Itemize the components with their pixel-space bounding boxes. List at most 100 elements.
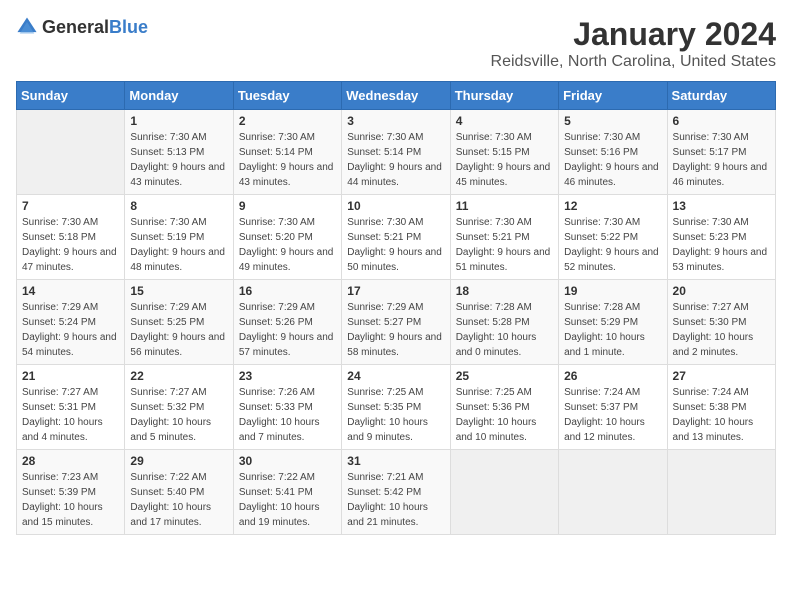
calendar-cell: 18 Sunrise: 7:28 AM Sunset: 5:28 PM Dayl… — [450, 280, 558, 365]
daylight-text: Daylight: 10 hours and 10 minutes. — [456, 417, 537, 443]
day-number: 21 — [22, 369, 119, 383]
day-number: 6 — [673, 114, 770, 128]
sunrise-text: Sunrise: 7:28 AM — [564, 302, 640, 313]
calendar-cell — [559, 450, 667, 535]
day-number: 23 — [239, 369, 336, 383]
daylight-text: Daylight: 10 hours and 5 minutes. — [130, 417, 211, 443]
sunset-text: Sunset: 5:16 PM — [564, 147, 638, 158]
calendar-cell: 24 Sunrise: 7:25 AM Sunset: 5:35 PM Dayl… — [342, 365, 450, 450]
calendar-cell: 25 Sunrise: 7:25 AM Sunset: 5:36 PM Dayl… — [450, 365, 558, 450]
day-info: Sunrise: 7:30 AM Sunset: 5:20 PM Dayligh… — [239, 215, 336, 275]
weekday-header-sunday: Sunday — [17, 82, 125, 110]
day-number: 16 — [239, 284, 336, 298]
day-number: 9 — [239, 199, 336, 213]
sunset-text: Sunset: 5:14 PM — [347, 147, 421, 158]
day-info: Sunrise: 7:30 AM Sunset: 5:14 PM Dayligh… — [347, 130, 444, 190]
sunrise-text: Sunrise: 7:22 AM — [130, 472, 206, 483]
day-info: Sunrise: 7:25 AM Sunset: 5:36 PM Dayligh… — [456, 385, 553, 445]
day-number: 25 — [456, 369, 553, 383]
daylight-text: Daylight: 9 hours and 54 minutes. — [22, 332, 117, 358]
calendar-cell: 5 Sunrise: 7:30 AM Sunset: 5:16 PM Dayli… — [559, 110, 667, 195]
day-number: 26 — [564, 369, 661, 383]
logo-icon — [16, 16, 38, 38]
day-info: Sunrise: 7:27 AM Sunset: 5:30 PM Dayligh… — [673, 300, 770, 360]
sunset-text: Sunset: 5:15 PM — [456, 147, 530, 158]
sunrise-text: Sunrise: 7:25 AM — [456, 387, 532, 398]
sunrise-text: Sunrise: 7:24 AM — [564, 387, 640, 398]
calendar-cell: 3 Sunrise: 7:30 AM Sunset: 5:14 PM Dayli… — [342, 110, 450, 195]
daylight-text: Daylight: 9 hours and 46 minutes. — [673, 162, 768, 188]
sunrise-text: Sunrise: 7:30 AM — [673, 217, 749, 228]
day-number: 12 — [564, 199, 661, 213]
daylight-text: Daylight: 9 hours and 53 minutes. — [673, 247, 768, 273]
sunset-text: Sunset: 5:18 PM — [22, 232, 96, 243]
day-number: 14 — [22, 284, 119, 298]
day-number: 10 — [347, 199, 444, 213]
sunset-text: Sunset: 5:21 PM — [456, 232, 530, 243]
sunrise-text: Sunrise: 7:29 AM — [239, 302, 315, 313]
page-header: GeneralBlue January 2024 Reidsville, Nor… — [16, 16, 776, 71]
day-info: Sunrise: 7:30 AM Sunset: 5:19 PM Dayligh… — [130, 215, 227, 275]
day-info: Sunrise: 7:26 AM Sunset: 5:33 PM Dayligh… — [239, 385, 336, 445]
sunrise-text: Sunrise: 7:30 AM — [130, 217, 206, 228]
calendar-cell: 22 Sunrise: 7:27 AM Sunset: 5:32 PM Dayl… — [125, 365, 233, 450]
month-title: January 2024 — [491, 16, 776, 53]
logo-text: GeneralBlue — [42, 17, 148, 38]
sunset-text: Sunset: 5:26 PM — [239, 317, 313, 328]
calendar-cell: 1 Sunrise: 7:30 AM Sunset: 5:13 PM Dayli… — [125, 110, 233, 195]
sunset-text: Sunset: 5:32 PM — [130, 402, 204, 413]
day-info: Sunrise: 7:29 AM Sunset: 5:25 PM Dayligh… — [130, 300, 227, 360]
daylight-text: Daylight: 9 hours and 57 minutes. — [239, 332, 334, 358]
calendar-cell: 15 Sunrise: 7:29 AM Sunset: 5:25 PM Dayl… — [125, 280, 233, 365]
sunrise-text: Sunrise: 7:27 AM — [22, 387, 98, 398]
sunrise-text: Sunrise: 7:25 AM — [347, 387, 423, 398]
calendar-cell: 29 Sunrise: 7:22 AM Sunset: 5:40 PM Dayl… — [125, 450, 233, 535]
sunset-text: Sunset: 5:21 PM — [347, 232, 421, 243]
sunset-text: Sunset: 5:28 PM — [456, 317, 530, 328]
calendar-table: SundayMondayTuesdayWednesdayThursdayFrid… — [16, 81, 776, 535]
sunrise-text: Sunrise: 7:30 AM — [456, 132, 532, 143]
sunset-text: Sunset: 5:41 PM — [239, 487, 313, 498]
daylight-text: Daylight: 10 hours and 21 minutes. — [347, 502, 428, 528]
calendar-week-row: 14 Sunrise: 7:29 AM Sunset: 5:24 PM Dayl… — [17, 280, 776, 365]
sunset-text: Sunset: 5:37 PM — [564, 402, 638, 413]
sunrise-text: Sunrise: 7:30 AM — [22, 217, 98, 228]
calendar-cell: 23 Sunrise: 7:26 AM Sunset: 5:33 PM Dayl… — [233, 365, 341, 450]
day-info: Sunrise: 7:28 AM Sunset: 5:29 PM Dayligh… — [564, 300, 661, 360]
logo-general: General — [42, 17, 109, 37]
daylight-text: Daylight: 9 hours and 56 minutes. — [130, 332, 225, 358]
weekday-header-tuesday: Tuesday — [233, 82, 341, 110]
day-info: Sunrise: 7:29 AM Sunset: 5:26 PM Dayligh… — [239, 300, 336, 360]
sunrise-text: Sunrise: 7:30 AM — [239, 132, 315, 143]
weekday-header-wednesday: Wednesday — [342, 82, 450, 110]
calendar-cell — [17, 110, 125, 195]
sunset-text: Sunset: 5:22 PM — [564, 232, 638, 243]
day-number: 7 — [22, 199, 119, 213]
calendar-cell: 7 Sunrise: 7:30 AM Sunset: 5:18 PM Dayli… — [17, 195, 125, 280]
calendar-cell: 4 Sunrise: 7:30 AM Sunset: 5:15 PM Dayli… — [450, 110, 558, 195]
day-info: Sunrise: 7:30 AM Sunset: 5:21 PM Dayligh… — [456, 215, 553, 275]
day-info: Sunrise: 7:29 AM Sunset: 5:24 PM Dayligh… — [22, 300, 119, 360]
sunrise-text: Sunrise: 7:30 AM — [347, 217, 423, 228]
weekday-header-friday: Friday — [559, 82, 667, 110]
day-info: Sunrise: 7:23 AM Sunset: 5:39 PM Dayligh… — [22, 470, 119, 530]
day-number: 11 — [456, 199, 553, 213]
day-number: 15 — [130, 284, 227, 298]
sunset-text: Sunset: 5:25 PM — [130, 317, 204, 328]
sunset-text: Sunset: 5:35 PM — [347, 402, 421, 413]
day-info: Sunrise: 7:29 AM Sunset: 5:27 PM Dayligh… — [347, 300, 444, 360]
daylight-text: Daylight: 9 hours and 48 minutes. — [130, 247, 225, 273]
day-info: Sunrise: 7:30 AM Sunset: 5:23 PM Dayligh… — [673, 215, 770, 275]
day-info: Sunrise: 7:30 AM Sunset: 5:14 PM Dayligh… — [239, 130, 336, 190]
logo-blue: Blue — [109, 17, 148, 37]
daylight-text: Daylight: 10 hours and 2 minutes. — [673, 332, 754, 358]
weekday-header-monday: Monday — [125, 82, 233, 110]
day-number: 8 — [130, 199, 227, 213]
day-number: 4 — [456, 114, 553, 128]
sunset-text: Sunset: 5:13 PM — [130, 147, 204, 158]
sunset-text: Sunset: 5:30 PM — [673, 317, 747, 328]
daylight-text: Daylight: 10 hours and 4 minutes. — [22, 417, 103, 443]
daylight-text: Daylight: 10 hours and 0 minutes. — [456, 332, 537, 358]
sunrise-text: Sunrise: 7:27 AM — [673, 302, 749, 313]
daylight-text: Daylight: 9 hours and 43 minutes. — [239, 162, 334, 188]
